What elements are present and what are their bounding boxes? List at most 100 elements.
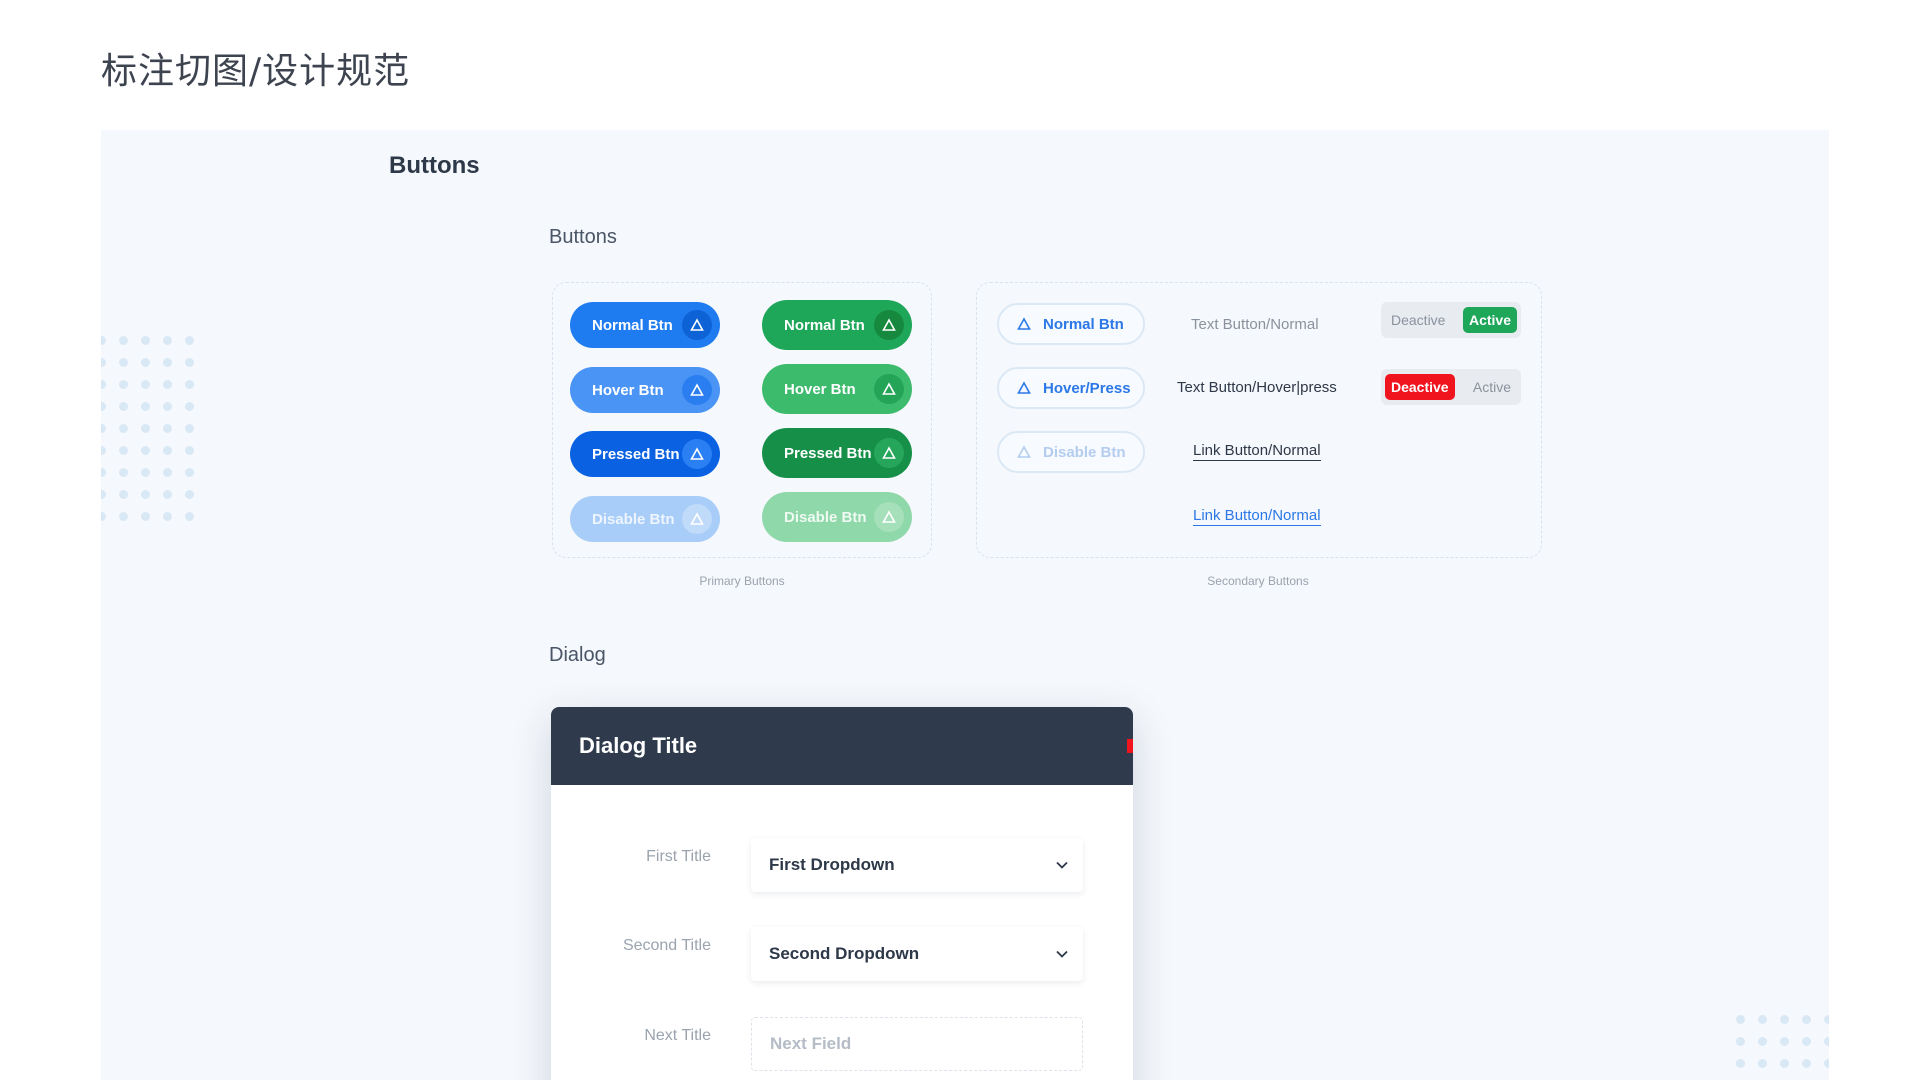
dot (1780, 1015, 1789, 1024)
link-button-active[interactable]: Link Button/Normal (1193, 507, 1321, 526)
dot (101, 490, 106, 499)
blue-pressed-button[interactable]: Pressed Btn (570, 431, 720, 477)
dot (141, 402, 150, 411)
button-label: Pressed Btn (784, 444, 872, 462)
dot (1824, 1015, 1829, 1024)
dot (163, 380, 172, 389)
next-field-input[interactable]: Next Field (751, 1017, 1083, 1071)
toggle-deactive-state[interactable]: Deactive Active (1381, 369, 1521, 405)
button-label: Disable Btn (784, 508, 867, 526)
triangle-icon (682, 504, 712, 534)
form-label-first: First Title (646, 848, 711, 865)
dot (185, 380, 194, 389)
triangle-icon (682, 310, 712, 340)
dot (119, 336, 128, 345)
chevron-down-icon (1056, 861, 1068, 869)
dot (185, 446, 194, 455)
button-label: Hover Btn (592, 381, 664, 399)
dot (119, 358, 128, 367)
dot (1802, 1037, 1811, 1046)
dot (163, 446, 172, 455)
green-pressed-button[interactable]: Pressed Btn (762, 428, 912, 478)
dialog-subheading: Dialog (549, 644, 606, 666)
dot (1758, 1015, 1767, 1024)
outline-disable-button[interactable]: Disable Btn (997, 431, 1145, 473)
section-title: Buttons (389, 152, 480, 179)
triangle-icon (682, 439, 712, 469)
triangle-icon (874, 374, 904, 404)
button-label: Disable Btn (592, 510, 675, 528)
close-icon[interactable] (1127, 739, 1133, 753)
dot (141, 336, 150, 345)
second-dropdown[interactable]: Second Dropdown (751, 927, 1083, 981)
dot (1758, 1037, 1767, 1046)
toggle-active-state[interactable]: Deactive Active (1381, 302, 1521, 338)
dot (101, 380, 106, 389)
dot (1824, 1059, 1829, 1068)
dot (101, 468, 106, 477)
toggle-deactive[interactable]: Deactive (1385, 374, 1455, 400)
dot (101, 402, 106, 411)
form-label-next: Next Title (644, 1027, 711, 1044)
triangle-icon (682, 375, 712, 405)
dot (1736, 1059, 1745, 1068)
dot (163, 512, 172, 521)
text-button-normal[interactable]: Text Button/Normal (1191, 316, 1319, 333)
dot (163, 358, 172, 367)
dot (101, 512, 106, 521)
dot (119, 402, 128, 411)
secondary-buttons-caption: Secondary Buttons (1207, 574, 1309, 588)
outline-normal-button[interactable]: Normal Btn (997, 303, 1145, 345)
buttons-subheading: Buttons (549, 226, 617, 248)
blue-disable-button[interactable]: Disable Btn (570, 496, 720, 542)
dialog-header: Dialog Title (551, 707, 1133, 785)
dot (185, 468, 194, 477)
dot (1780, 1059, 1789, 1068)
button-label: Hover Btn (784, 380, 856, 398)
dropdown-value: First Dropdown (769, 855, 895, 874)
field-placeholder: Next Field (770, 1034, 852, 1053)
text-button-hover[interactable]: Text Button/Hover|press (1177, 379, 1337, 396)
dot (101, 446, 106, 455)
green-normal-button[interactable]: Normal Btn (762, 300, 912, 350)
dot (119, 468, 128, 477)
dot (119, 424, 128, 433)
dot (163, 336, 172, 345)
dot (163, 490, 172, 499)
triangle-icon (874, 438, 904, 468)
page-title: 标注切图/设计规范 (101, 51, 411, 92)
dot (1802, 1015, 1811, 1024)
triangle-icon (874, 310, 904, 340)
dot (101, 336, 106, 345)
triangle-icon (1017, 317, 1031, 330)
link-button-normal[interactable]: Link Button/Normal (1193, 442, 1321, 461)
button-label: Normal Btn (784, 316, 865, 334)
dot (1780, 1037, 1789, 1046)
outline-hover-button[interactable]: Hover/Press (997, 367, 1145, 409)
green-hover-button[interactable]: Hover Btn (762, 364, 912, 414)
dot (185, 490, 194, 499)
toggle-active[interactable]: Active (1467, 374, 1517, 400)
dot (101, 424, 106, 433)
dot (119, 446, 128, 455)
dot (185, 424, 194, 433)
dot (1736, 1037, 1745, 1046)
form-label-second: Second Title (622, 937, 711, 954)
button-label: Normal Btn (592, 316, 673, 334)
blue-normal-button[interactable]: Normal Btn (570, 302, 720, 348)
dot (119, 490, 128, 499)
dot (141, 490, 150, 499)
dot (185, 336, 194, 345)
dot (185, 402, 194, 411)
first-dropdown[interactable]: First Dropdown (751, 838, 1083, 892)
toggle-deactive[interactable]: Deactive (1385, 307, 1451, 333)
button-label: Hover/Press (1043, 379, 1131, 397)
triangle-icon (1017, 381, 1031, 394)
toggle-active[interactable]: Active (1462, 307, 1517, 333)
blue-hover-button[interactable]: Hover Btn (570, 367, 720, 413)
button-label: Normal Btn (1043, 315, 1124, 333)
primary-buttons-caption: Primary Buttons (699, 574, 785, 588)
dot (141, 446, 150, 455)
green-disable-button[interactable]: Disable Btn (762, 492, 912, 542)
dot (1824, 1037, 1829, 1046)
